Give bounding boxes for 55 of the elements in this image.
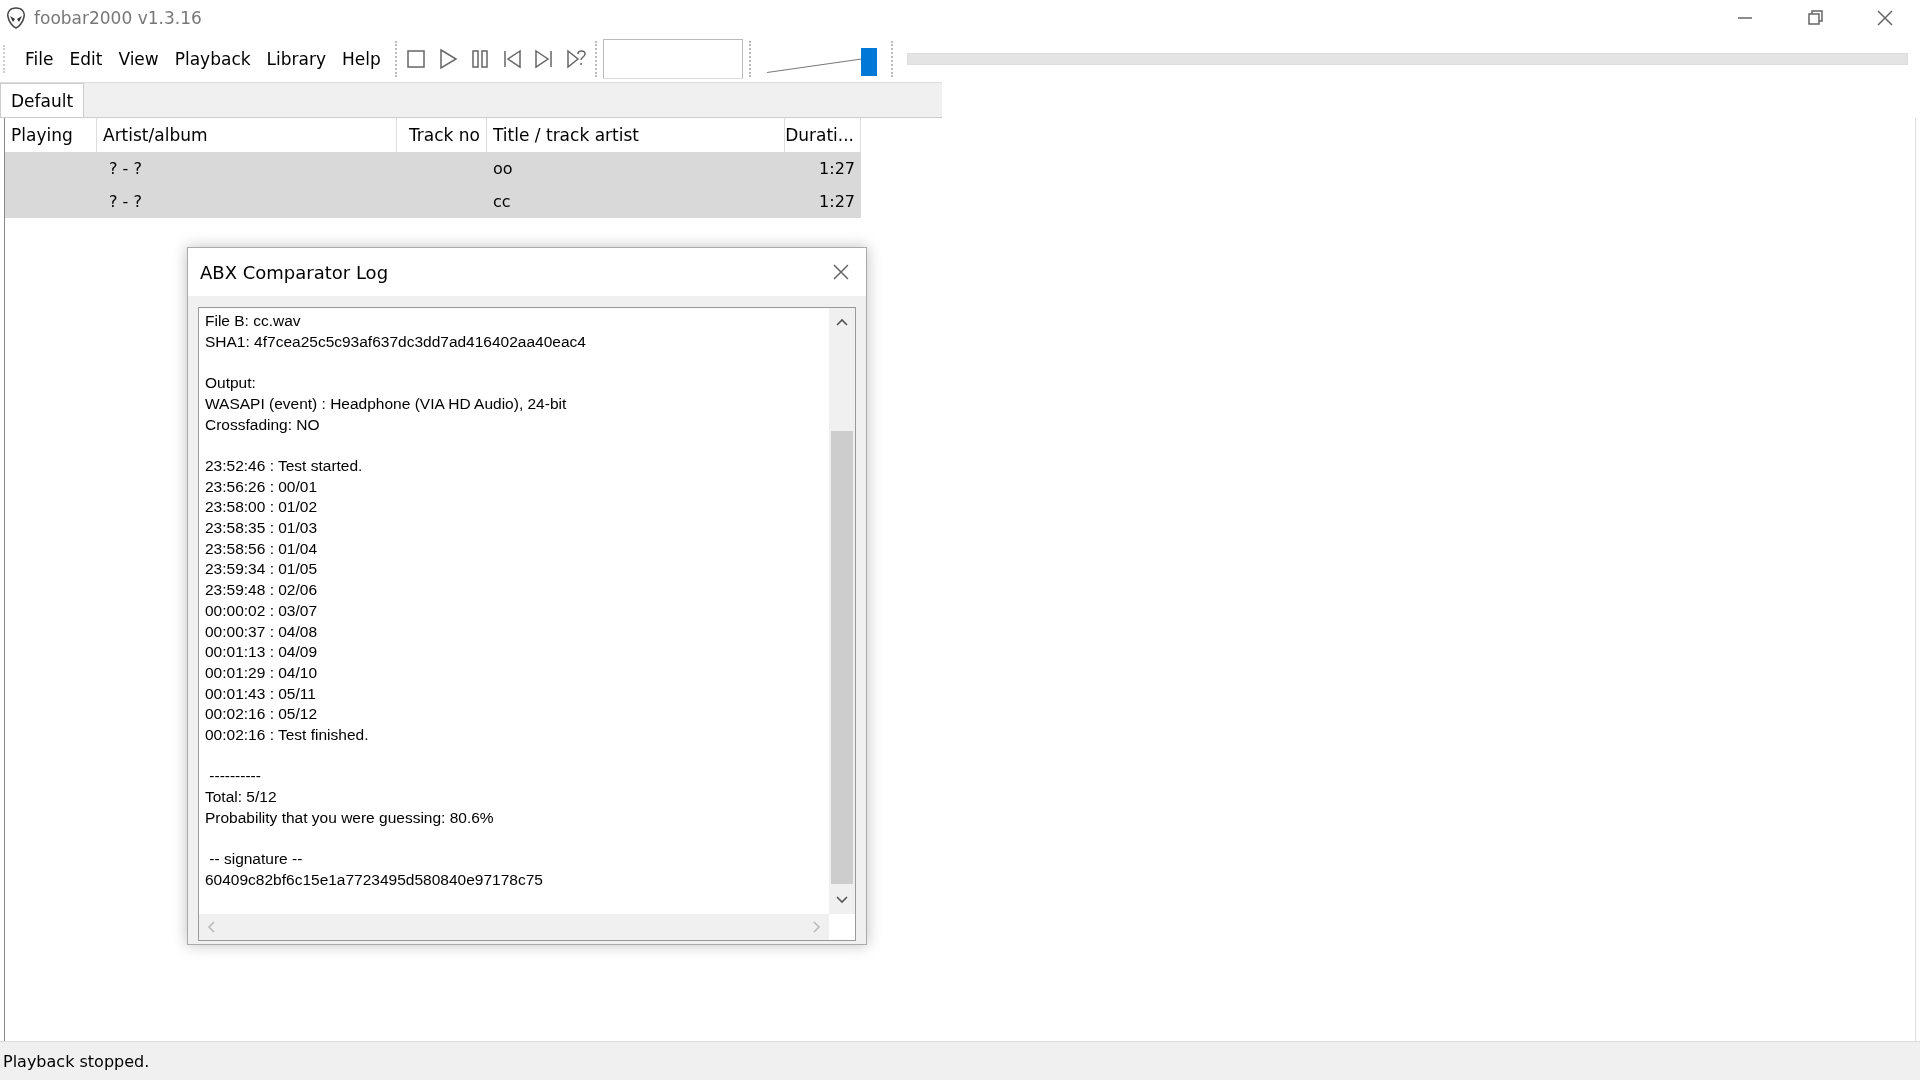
status-text: Playback stopped.	[3, 1051, 150, 1071]
log-line: 23:59:48 : 02/06	[205, 580, 319, 601]
log-line: 00:00:37 : 04/08	[205, 621, 319, 642]
stop-icon	[404, 48, 427, 70]
playlist-row[interactable]: ? - ? oo 1:27	[5, 152, 861, 185]
log-line: 00:02:16 : Test finished.	[205, 725, 370, 746]
log-line: ----------	[208, 766, 262, 787]
alien-head-logo-icon	[6, 7, 26, 29]
menu-item[interactable]: Edit	[61, 45, 111, 73]
log-line: 00:01:43 : 05/11	[205, 683, 317, 704]
playlist-row[interactable]: ? - ? cc 1:27	[5, 185, 861, 218]
menu-item[interactable]: View	[110, 45, 167, 73]
minimize-icon	[1738, 17, 1752, 19]
log-line: Output:	[205, 373, 257, 394]
scroll-left-icon	[207, 921, 215, 934]
menu-item[interactable]: Library	[258, 45, 335, 73]
table-cell: 1:27	[819, 192, 855, 211]
table-cell: ? - ?	[109, 159, 142, 178]
log-line: SHA1: 4f7cea25c5c93af637dc3dd7ad416402aa40eac4	[205, 331, 587, 352]
table-cell: ? - ?	[109, 192, 142, 211]
scrollbar-thumb[interactable]	[831, 431, 853, 885]
table-cell: oo	[493, 159, 513, 178]
log-line: 23:59:34 : 01/05	[205, 559, 319, 580]
log-line: File B: cc.wav	[205, 311, 302, 331]
menu-item[interactable]: Help	[334, 45, 389, 73]
table-cell: 1:27	[819, 159, 855, 178]
log-line: 23:52:46 : Test started.	[205, 455, 364, 476]
menu-item[interactable]: File	[17, 45, 62, 73]
scroll-right-icon	[813, 921, 821, 934]
log-line: -- signature --	[208, 849, 304, 870]
scroll-down-icon	[836, 896, 848, 905]
log-line: 00:01:29 : 04/10	[205, 662, 319, 683]
log-line: Total: 5/12	[205, 787, 278, 808]
log-line: 23:58:00 : 01/02	[205, 497, 319, 518]
column-header[interactable]: Durati...	[785, 118, 861, 152]
play-question-icon	[564, 48, 587, 70]
log-line: Probability that you were guessing: 80.6%	[205, 807, 495, 828]
table-cell: cc	[493, 192, 511, 211]
log-line: 23:56:26 : 00/01	[205, 476, 319, 497]
log-line: 00:02:16 : 05/12	[205, 704, 319, 725]
log-line: 23:58:35 : 01/03	[205, 518, 319, 538]
log-line: Crossfading: NO	[205, 414, 321, 435]
horizontal-scrollbar[interactable]	[199, 914, 829, 941]
vertical-scrollbar[interactable]	[829, 308, 855, 915]
scroll-up-icon	[836, 318, 848, 326]
log-line: 00:00:02 : 03/07	[205, 600, 319, 621]
dialog-title: ABX Comparator Log	[200, 261, 389, 283]
log-line: WASAPI (event) : Headphone (VIA HD Audio), 24-bit	[205, 393, 568, 414]
log-line: 60409c82bf6c15e1a7723495d580840e97178c75	[205, 869, 544, 890]
window-title: foobar2000 v1.3.16	[34, 8, 202, 28]
next-icon	[532, 48, 555, 70]
log-line: 23:58:56 : 01/04	[205, 538, 319, 559]
playlist-tab[interactable]: Default	[0, 83, 85, 117]
log-line: 00:01:13 : 04/09	[205, 642, 319, 663]
menu-item[interactable]: Playback	[166, 45, 259, 73]
